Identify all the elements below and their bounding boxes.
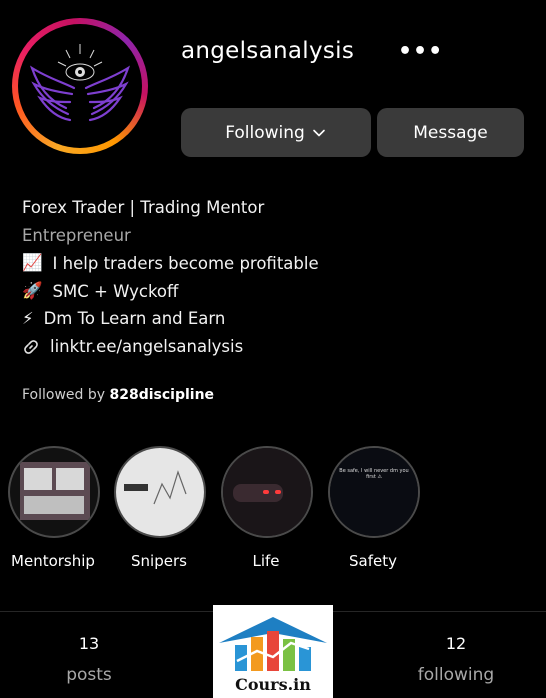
bio-line-smc: 🚀 SMC + Wyckoff: [22, 281, 178, 301]
profile-avatar[interactable]: [12, 18, 148, 154]
following-label: following: [417, 665, 495, 685]
highlight-story-text: Be safe, I will never dm you first ⚠: [339, 468, 409, 480]
posts-label: posts: [66, 665, 112, 685]
watermark-logo: Cours.in: [213, 605, 333, 698]
bio-line-smc-text: SMC + Wyckoff: [52, 281, 179, 301]
following-button-label: Following: [225, 122, 305, 143]
following-count: 12: [445, 634, 467, 653]
chart-increasing-icon: 📈: [22, 253, 43, 272]
bio-category: Entrepreneur: [22, 226, 131, 245]
bio-headline: Forex Trader | Trading Mentor: [22, 198, 264, 217]
bio-line-dm: ⚡ Dm To Learn and Earn: [22, 309, 225, 328]
posts-stat[interactable]: 13 posts: [49, 634, 129, 685]
highlight-cover: [8, 446, 100, 538]
followed-by-prefix: Followed by: [22, 387, 106, 403]
bio-line-dm-text: Dm To Learn and Earn: [43, 309, 226, 328]
highlight-cover: [114, 446, 206, 538]
bio-line-profitable: 📈 I help traders become profitable: [22, 253, 319, 273]
highlight-label: Snipers: [131, 552, 187, 570]
highlight-mentorship[interactable]: Mentorship: [8, 446, 100, 570]
following-stat[interactable]: 12 following: [406, 634, 506, 685]
highlight-safety[interactable]: Be safe, I will never dm you first ⚠ Saf…: [328, 446, 420, 570]
highlight-label: Mentorship: [11, 552, 95, 570]
watermark-text: Cours.in: [235, 675, 311, 694]
chevron-down-icon: [313, 129, 325, 136]
avatar-image: [18, 24, 142, 148]
bio-link[interactable]: linktr.ee/angelsanalysis: [22, 337, 243, 356]
bio-category-text: Entrepreneur: [22, 226, 131, 245]
highlight-cover: [221, 446, 313, 538]
bio-line-profitable-text: I help traders become profitable: [52, 253, 319, 273]
message-button-label: Message: [413, 122, 488, 143]
profile-username: angelsanalysis: [181, 38, 355, 64]
lightning-icon: ⚡: [22, 309, 34, 328]
link-icon: [24, 339, 38, 354]
bio-headline-text: Forex Trader | Trading Mentor: [22, 198, 265, 217]
bio-link-text[interactable]: linktr.ee/angelsanalysis: [50, 337, 243, 356]
more-options-icon[interactable]: •••: [398, 39, 443, 64]
followed-by[interactable]: Followed by 828discipline: [22, 387, 214, 403]
rocket-icon: 🚀: [22, 281, 43, 300]
following-button[interactable]: Following: [181, 108, 371, 157]
highlight-label: Life: [252, 552, 280, 570]
followed-by-name[interactable]: 828discipline: [110, 387, 215, 403]
highlight-life[interactable]: Life: [221, 446, 313, 570]
highlight-cover: Be safe, I will never dm you first ⚠: [328, 446, 420, 538]
message-button[interactable]: Message: [377, 108, 524, 157]
highlight-label: Safety: [349, 552, 397, 570]
highlight-snipers[interactable]: Snipers: [114, 446, 206, 570]
posts-count: 13: [78, 634, 100, 653]
